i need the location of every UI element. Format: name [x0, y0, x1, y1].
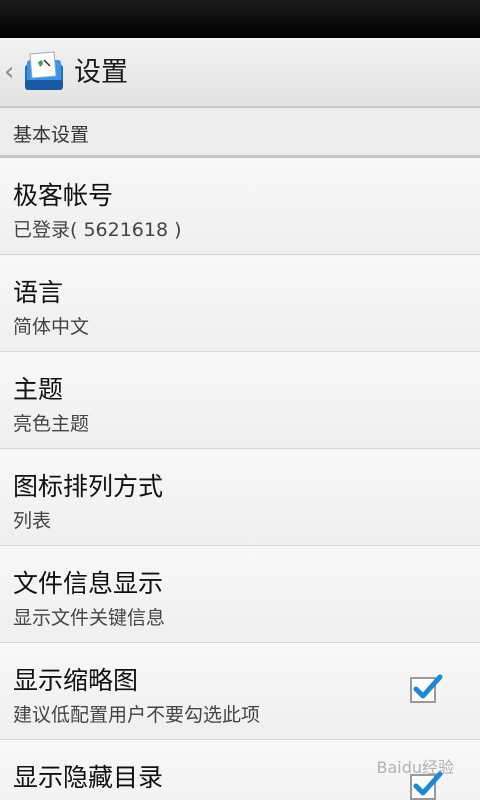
setting-subtitle: 建议低配置用户不要勾选此项 — [13, 704, 261, 726]
setting-icon-arrangement[interactable]: 图标排列方式 列表 — [0, 449, 480, 546]
setting-theme[interactable]: 主题 亮色主题 — [0, 352, 480, 449]
setting-title: 主题 — [13, 375, 64, 404]
settings-list: 极客帐号 已登录( 5621618 ) 语言 简体中文 主题 亮色主题 图标排列… — [0, 158, 480, 800]
app-logo-icon[interactable] — [20, 50, 68, 98]
section-header: 基本设置 — [0, 108, 480, 158]
section-header-label: 基本设置 — [13, 124, 90, 146]
setting-title: 图标排列方式 — [13, 472, 164, 501]
setting-file-info-display[interactable]: 文件信息显示 显示文件关键信息 — [0, 546, 480, 643]
page-title: 设置 — [74, 57, 128, 88]
setting-subtitle: 亮色主题 — [13, 413, 90, 435]
setting-title: 极客帐号 — [13, 181, 114, 210]
setting-title: 语言 — [13, 278, 64, 307]
watermark: Baidu经验 — [376, 758, 454, 777]
back-chevron-icon[interactable]: ‹ — [4, 58, 18, 86]
setting-subtitle: 列表 — [13, 510, 52, 532]
setting-subtitle: 简体中文 — [13, 316, 90, 338]
setting-language[interactable]: 语言 简体中文 — [0, 255, 480, 352]
show-thumbnails-checkbox[interactable] — [410, 674, 443, 703]
status-bar — [0, 0, 480, 38]
setting-subtitle: 已登录( 5621618 ) — [13, 219, 182, 241]
checkmark-icon — [413, 674, 443, 699]
setting-geek-account[interactable]: 极客帐号 已登录( 5621618 ) — [0, 158, 480, 255]
setting-subtitle: 显示文件关键信息 — [13, 607, 166, 629]
action-bar: ‹ 设置 — [0, 38, 480, 108]
setting-title: 显示隐藏目录 — [13, 763, 164, 792]
setting-show-thumbnails[interactable]: 显示缩略图 建议低配置用户不要勾选此项 — [0, 643, 480, 740]
setting-title: 显示缩略图 — [13, 666, 139, 695]
setting-title: 文件信息显示 — [13, 569, 164, 598]
